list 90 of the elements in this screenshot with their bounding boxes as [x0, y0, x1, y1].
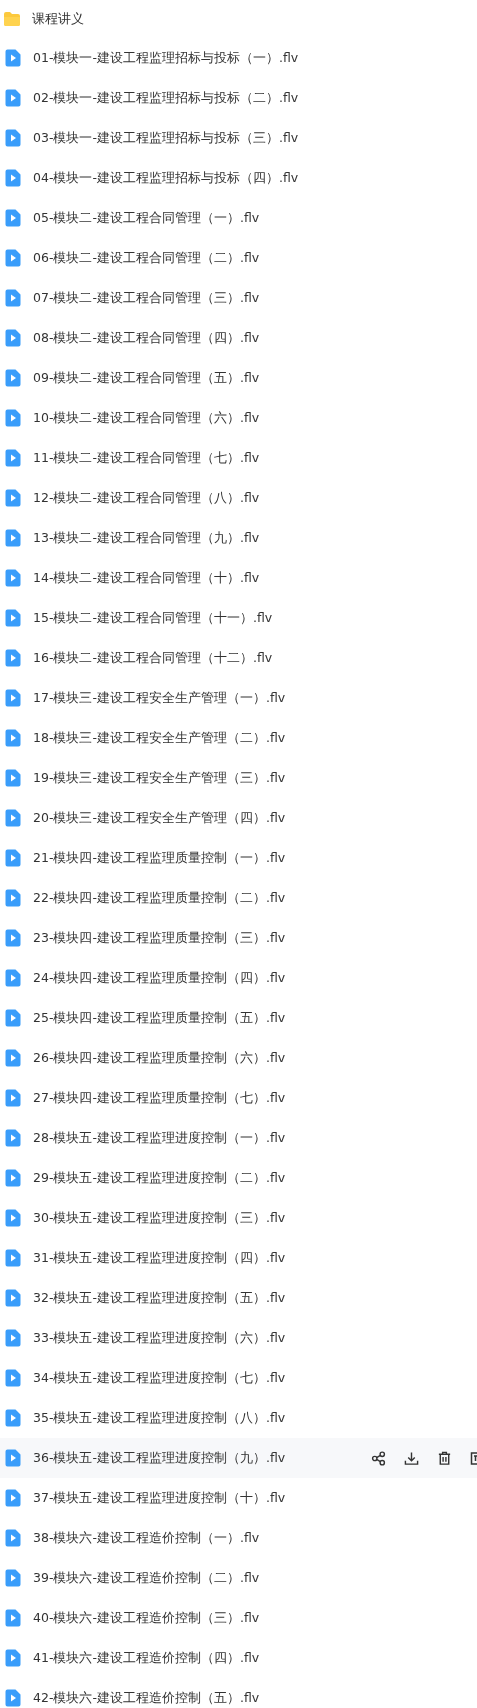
file-name[interactable]: 24-模块四-建设工程监理质量控制（四）.flv [33, 969, 286, 987]
video-file-icon [5, 969, 21, 987]
file-name[interactable]: 40-模块六-建设工程造价控制（三）.flv [33, 1609, 260, 1627]
file-name[interactable]: 23-模块四-建设工程监理质量控制（三）.flv [33, 929, 286, 947]
video-file-icon [5, 1009, 21, 1027]
video-file-icon [5, 1489, 21, 1507]
file-name[interactable]: 38-模块六-建设工程造价控制（一）.flv [33, 1529, 260, 1547]
video-file-icon [5, 849, 21, 867]
file-name[interactable]: 32-模块五-建设工程监理进度控制（五）.flv [33, 1289, 286, 1307]
video-file-icon [5, 289, 21, 307]
video-file-icon [5, 729, 21, 747]
video-file-icon [5, 1289, 21, 1307]
video-file-icon [5, 449, 21, 467]
file-name[interactable]: 29-模块五-建设工程监理进度控制（二）.flv [33, 1169, 286, 1187]
video-file-icon [5, 1369, 21, 1387]
video-file-icon [5, 1329, 21, 1347]
file-name[interactable]: 12-模块二-建设工程合同管理（八）.flv [33, 489, 260, 507]
video-file-icon [5, 129, 21, 147]
video-file-icon [5, 1129, 21, 1147]
video-file-icon [5, 929, 21, 947]
video-file-icon [5, 1569, 21, 1587]
video-file-icon [5, 409, 21, 427]
video-file-icon [5, 489, 21, 507]
video-file-icon [5, 769, 21, 787]
video-file-icon [5, 1049, 21, 1067]
file-name[interactable]: 08-模块二-建设工程合同管理（四）.flv [33, 329, 260, 347]
video-file-icon [5, 1089, 21, 1107]
video-file-icon [5, 529, 21, 547]
video-file-icon [5, 1249, 21, 1267]
file-name[interactable]: 39-模块六-建设工程造价控制（二）.flv [33, 1569, 260, 1587]
video-file-icon [5, 649, 21, 667]
video-file-icon [5, 169, 21, 187]
file-name[interactable]: 31-模块五-建设工程监理进度控制（四）.flv [33, 1249, 286, 1267]
video-file-icon [5, 569, 21, 587]
file-name[interactable]: 06-模块二-建设工程合同管理（二）.flv [33, 249, 260, 267]
video-file-icon [5, 889, 21, 907]
file-name[interactable]: 19-模块三-建设工程安全生产管理（三）.flv [33, 769, 286, 787]
video-file-icon [5, 209, 21, 227]
share-icon[interactable] [371, 1450, 386, 1466]
video-file-icon [5, 1689, 21, 1707]
file-name[interactable]: 21-模块四-建设工程监理质量控制（一）.flv [33, 849, 286, 867]
file-name[interactable]: 33-模块五-建设工程监理进度控制（六）.flv [33, 1329, 286, 1347]
file-name[interactable]: 05-模块二-建设工程合同管理（一）.flv [33, 209, 260, 227]
video-file-icon [5, 1449, 21, 1467]
video-file-icon [5, 1529, 21, 1547]
file-name[interactable]: 16-模块二-建设工程合同管理（十二）.flv [33, 649, 273, 667]
file-name[interactable]: 34-模块五-建设工程监理进度控制（七）.flv [33, 1369, 286, 1387]
file-name[interactable]: 10-模块二-建设工程合同管理（六）.flv [33, 409, 260, 427]
folder-name[interactable]: 课程讲义 [32, 10, 84, 28]
file-name[interactable]: 17-模块三-建设工程安全生产管理（一）.flv [33, 689, 286, 707]
file-name[interactable]: 25-模块四-建设工程监理质量控制（五）.flv [33, 1009, 286, 1027]
video-file-icon [5, 249, 21, 267]
folder-icon [3, 11, 21, 27]
file-name[interactable]: 36-模块五-建设工程监理进度控制（九）.flv [33, 1449, 286, 1467]
video-file-icon [5, 89, 21, 107]
file-name[interactable]: 35-模块五-建设工程监理进度控制（八）.flv [33, 1409, 286, 1427]
video-file-icon [5, 809, 21, 827]
video-file-icon [5, 1169, 21, 1187]
file-name[interactable]: 37-模块五-建设工程监理进度控制（十）.flv [33, 1489, 286, 1507]
file-name[interactable]: 28-模块五-建设工程监理进度控制（一）.flv [33, 1129, 286, 1147]
video-file-icon [5, 369, 21, 387]
file-name[interactable]: 02-模块一-建设工程监理招标与投标（二）.flv [33, 89, 299, 107]
file-name[interactable]: 15-模块二-建设工程合同管理（十一）.flv [33, 609, 273, 627]
file-name[interactable]: 27-模块四-建设工程监理质量控制（七）.flv [33, 1089, 286, 1107]
file-name[interactable]: 20-模块三-建设工程安全生产管理（四）.flv [33, 809, 286, 827]
file-name[interactable]: 07-模块二-建设工程合同管理（三）.flv [33, 289, 260, 307]
file-name[interactable]: 30-模块五-建设工程监理进度控制（三）.flv [33, 1209, 286, 1227]
file-name[interactable]: 09-模块二-建设工程合同管理（五）.flv [33, 369, 260, 387]
video-file-icon [5, 1209, 21, 1227]
trash-icon[interactable] [437, 1450, 452, 1466]
file-name[interactable]: 11-模块二-建设工程合同管理（七）.flv [33, 449, 260, 467]
download-icon[interactable] [404, 1450, 419, 1466]
file-name[interactable]: 14-模块二-建设工程合同管理（十）.flv [33, 569, 260, 587]
file-name[interactable]: 42-模块六-建设工程造价控制（五）.flv [33, 1689, 260, 1707]
video-file-icon [5, 689, 21, 707]
file-row[interactable]: 36-模块五-建设工程监理进度控制（九）.flv [0, 1438, 477, 1478]
video-file-icon [5, 609, 21, 627]
file-name[interactable]: 22-模块四-建设工程监理质量控制（二）.flv [33, 889, 286, 907]
file-name[interactable]: 13-模块二-建设工程合同管理（九）.flv [33, 529, 260, 547]
video-file-icon [5, 49, 21, 67]
file-name[interactable]: 41-模块六-建设工程造价控制（四）.flv [33, 1649, 260, 1667]
video-file-icon [5, 1609, 21, 1627]
file-name[interactable]: 03-模块一-建设工程监理招标与投标（三）.flv [33, 129, 299, 147]
video-file-icon [5, 329, 21, 347]
file-name[interactable]: 01-模块一-建设工程监理招标与投标（一）.flv [33, 49, 299, 67]
video-file-icon [5, 1649, 21, 1667]
video-file-icon [5, 1409, 21, 1427]
file-name[interactable]: 26-模块四-建设工程监理质量控制（六）.flv [33, 1049, 286, 1067]
file-name[interactable]: 18-模块三-建设工程安全生产管理（二）.flv [33, 729, 286, 747]
file-name[interactable]: 04-模块一-建设工程监理招标与投标（四）.flv [33, 169, 299, 187]
